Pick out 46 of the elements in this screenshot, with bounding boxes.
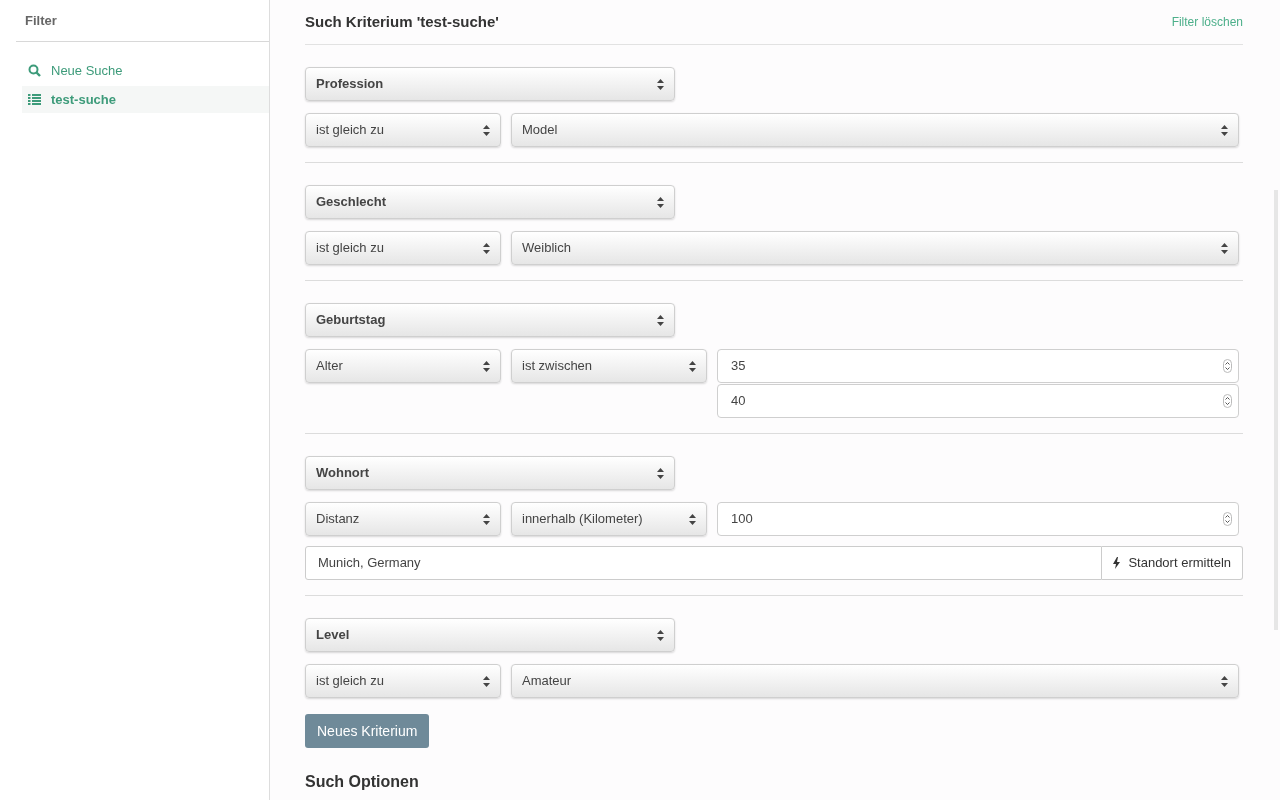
spinner-icon (1223, 512, 1232, 526)
caret-icon (657, 314, 664, 326)
select-dropdown[interactable]: Alter (305, 349, 501, 383)
sidebar-item[interactable]: Neue Suche (22, 57, 269, 84)
select-dropdown[interactable]: innerhalb (Kilometer) (511, 502, 707, 536)
caret-icon (483, 124, 490, 136)
field-select[interactable]: Level (305, 618, 675, 652)
select-dropdown[interactable]: ist gleich zu (305, 231, 501, 265)
caret-icon (657, 78, 664, 90)
search-icon (28, 64, 41, 77)
caret-icon (689, 513, 696, 525)
select-dropdown[interactable]: Amateur (511, 664, 1239, 698)
spinner-icon (1223, 394, 1232, 408)
select-dropdown[interactable]: ist gleich zu (305, 113, 501, 147)
section-heading: Such Optionen (305, 773, 419, 790)
caret-icon (657, 629, 664, 641)
select-dropdown[interactable]: Weiblich (511, 231, 1239, 265)
locate-button[interactable]: Standort ermitteln (1102, 546, 1243, 580)
number-input[interactable]: 35 (717, 349, 1239, 383)
caret-icon (689, 360, 696, 372)
field-select[interactable]: Geschlecht (305, 185, 675, 219)
field-select[interactable]: Wohnort (305, 456, 675, 490)
caret-icon (483, 513, 490, 525)
new-criterion-button[interactable]: Neues Kriterium (305, 714, 430, 748)
caret-icon (657, 467, 664, 479)
sidebar-title: Filter (25, 11, 57, 30)
caret-icon (483, 360, 490, 372)
spinner-icon (1223, 359, 1232, 373)
list-icon (28, 94, 41, 105)
caret-icon (483, 675, 490, 687)
number-input[interactable]: 40 (717, 384, 1239, 418)
select-dropdown[interactable]: ist gleich zu (305, 664, 501, 698)
number-input[interactable]: 100 (717, 502, 1239, 536)
caret-icon (483, 242, 490, 254)
criteria-heading: Such Kriterium 'test-suche' (305, 11, 499, 32)
caret-icon (1221, 242, 1228, 254)
caret-icon (657, 196, 664, 208)
lightning-icon (1113, 557, 1121, 569)
select-dropdown[interactable]: Model (511, 113, 1239, 147)
field-select[interactable]: Profession (305, 67, 675, 101)
caret-icon (1221, 124, 1228, 136)
field-select[interactable]: Geburtstag (305, 303, 675, 337)
location-input[interactable]: Munich, Germany (305, 546, 1103, 580)
select-dropdown[interactable]: Distanz (305, 502, 501, 536)
select-dropdown[interactable]: ist zwischen (511, 349, 707, 383)
caret-icon (1221, 675, 1228, 687)
